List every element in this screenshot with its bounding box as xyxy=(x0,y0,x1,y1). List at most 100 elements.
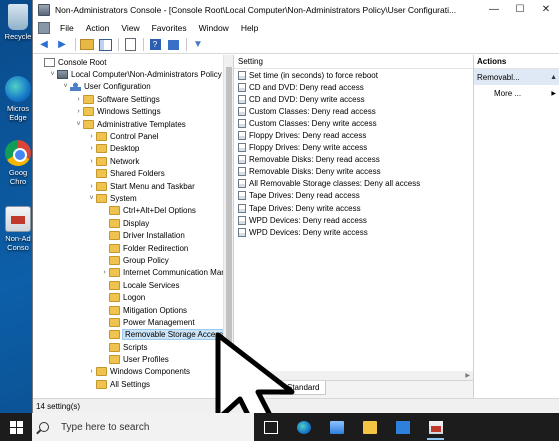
start-button[interactable] xyxy=(0,413,32,441)
settings-list: Set time (in seconds) to force reboot CD … xyxy=(234,69,473,238)
setting-row[interactable]: Removable Disks: Deny read access xyxy=(234,154,473,166)
tree-item[interactable]: › Start Menu and Taskbar xyxy=(33,180,233,192)
show-hide-tree-icon[interactable] xyxy=(97,37,113,52)
taskbar-mail[interactable] xyxy=(386,413,419,441)
setting-row[interactable]: CD and DVD: Deny read access xyxy=(234,81,473,93)
export-list-icon[interactable] xyxy=(122,37,138,52)
expand-chevron-icon[interactable]: ˅ xyxy=(48,71,57,78)
help-button[interactable]: ? xyxy=(147,37,163,52)
actions-section-removable[interactable]: Removabl... ▲ xyxy=(474,69,559,85)
tree-item[interactable]: User Profiles xyxy=(33,353,233,365)
maximize-button[interactable]: ☐ xyxy=(507,0,533,20)
taskbar-store[interactable] xyxy=(320,413,353,441)
desktop-icon-recycle-bin[interactable]: Recycle xyxy=(0,4,36,41)
close-button[interactable]: ✕ xyxy=(533,0,559,20)
tree-item[interactable]: Mitigation Options xyxy=(33,304,233,316)
setting-row[interactable]: Tape Drives: Deny read access xyxy=(234,190,473,202)
tree-item[interactable]: Logon xyxy=(33,291,233,303)
forward-button[interactable]: ▶ xyxy=(54,37,70,52)
filter-icon[interactable]: ▼ xyxy=(190,37,206,52)
tree-item[interactable]: Driver Installation xyxy=(33,229,233,241)
tree-item[interactable]: › Software Settings xyxy=(33,93,233,105)
tree-item[interactable]: Shared Folders xyxy=(33,168,233,180)
tree-item[interactable]: › Control Panel xyxy=(33,130,233,142)
desktop-icon-non-admin-console[interactable]: Non-Ad Conso xyxy=(0,206,36,252)
policy-setting-icon xyxy=(238,70,246,80)
tree-item[interactable]: ˅ Administrative Templates xyxy=(33,118,233,130)
settings-horizontal-scrollbar[interactable]: ◀ ▶ xyxy=(234,371,473,380)
tree-item[interactable]: › Network xyxy=(33,155,233,167)
expand-chevron-icon[interactable]: ˅ xyxy=(74,121,83,128)
actions-more-item[interactable]: More ... ▶ xyxy=(474,85,559,101)
tree-item[interactable]: Group Policy xyxy=(33,254,233,266)
tree-item[interactable]: Folder Redirection xyxy=(33,242,233,254)
tree-item-label: Locale Services xyxy=(123,280,180,290)
menu-window[interactable]: Window xyxy=(193,20,235,36)
menu-bar: File Action View Favorites Window Help xyxy=(33,20,559,36)
expand-chevron-icon[interactable]: › xyxy=(100,269,109,276)
tree-scrollbar-thumb[interactable] xyxy=(226,67,232,352)
taskbar-task-view[interactable] xyxy=(254,413,287,441)
expand-chevron-icon[interactable]: › xyxy=(87,133,96,140)
taskbar-search-box[interactable]: Type here to search xyxy=(32,413,254,441)
setting-row[interactable]: CD and DVD: Deny write access xyxy=(234,93,473,105)
collapse-up-icon[interactable]: ▲ xyxy=(550,74,557,81)
expand-chevron-icon[interactable]: › xyxy=(87,183,96,190)
show-hide-action-pane-icon[interactable] xyxy=(165,37,181,52)
setting-row[interactable]: WPD Devices: Deny write access xyxy=(234,226,473,238)
expand-chevron-icon[interactable]: › xyxy=(87,368,96,375)
setting-row[interactable]: Floppy Drives: Deny write access xyxy=(234,142,473,154)
tree-item[interactable]: ˅ User Configuration xyxy=(33,81,233,93)
setting-row[interactable]: Floppy Drives: Deny read access xyxy=(234,129,473,141)
tree-item[interactable]: Locale Services xyxy=(33,279,233,291)
console-menu-icon[interactable] xyxy=(38,22,50,34)
tree-item[interactable]: Power Management xyxy=(33,316,233,328)
tree-item[interactable]: Ctrl+Alt+Del Options xyxy=(33,205,233,217)
desktop-icon-chrome[interactable]: Goog Chro xyxy=(0,140,36,186)
taskbar-edge[interactable] xyxy=(287,413,320,441)
back-button[interactable]: ◀ xyxy=(36,37,52,52)
setting-row[interactable]: Custom Classes: Deny write access xyxy=(234,117,473,129)
tree-scrollbar[interactable] xyxy=(223,55,233,398)
taskbar-mmc[interactable] xyxy=(419,413,452,441)
menu-file[interactable]: File xyxy=(54,20,80,36)
tree-item[interactable]: ˅ System xyxy=(33,192,233,204)
tree-item[interactable]: › Windows Settings xyxy=(33,106,233,118)
setting-row[interactable]: Removable Disks: Deny write access xyxy=(234,166,473,178)
taskbar-file-explorer[interactable] xyxy=(353,413,386,441)
setting-row[interactable]: WPD Devices: Deny read access xyxy=(234,214,473,226)
scroll-right-icon[interactable]: ▶ xyxy=(465,372,470,379)
tree-item[interactable]: › Desktop xyxy=(33,143,233,155)
menu-help[interactable]: Help xyxy=(235,20,264,36)
setting-row[interactable]: All Removable Storage classes: Deny all … xyxy=(234,178,473,190)
title-bar[interactable]: Non-Administrators Console - [Console Ro… xyxy=(33,0,559,20)
up-one-level-icon[interactable] xyxy=(79,37,95,52)
desktop-icon-edge[interactable]: Micros Edge xyxy=(0,76,36,122)
setting-row[interactable]: Set time (in seconds) to force reboot xyxy=(234,69,473,81)
tree-item[interactable]: Removable Storage Access xyxy=(33,329,233,341)
menu-view[interactable]: View xyxy=(115,20,145,36)
expand-chevron-icon[interactable]: › xyxy=(74,96,83,103)
setting-row[interactable]: Tape Drives: Deny write access xyxy=(234,202,473,214)
scroll-left-icon[interactable]: ◀ xyxy=(237,372,242,379)
tree-item[interactable]: Scripts xyxy=(33,341,233,353)
expand-chevron-icon[interactable]: ˅ xyxy=(87,195,96,202)
tree-item[interactable]: ˅ Local Computer\Non-Administrators Polic… xyxy=(33,68,233,80)
menu-action[interactable]: Action xyxy=(80,20,116,36)
expand-chevron-icon[interactable]: › xyxy=(74,108,83,115)
column-header-setting[interactable]: Setting xyxy=(234,55,473,69)
setting-label: CD and DVD: Deny write access xyxy=(249,94,365,104)
minimize-button[interactable]: — xyxy=(481,0,507,20)
expand-chevron-icon[interactable]: › xyxy=(87,158,96,165)
actions-more-label: More ... xyxy=(494,88,522,98)
tree-item[interactable]: Console Root xyxy=(33,56,233,68)
expand-chevron-icon[interactable]: ˅ xyxy=(61,83,70,90)
tree-item[interactable]: › Windows Components xyxy=(33,366,233,378)
tree-item[interactable]: All Settings xyxy=(33,378,233,390)
tree-item[interactable]: › Internet Communication Man xyxy=(33,267,233,279)
tab-standard[interactable]: Standard xyxy=(280,381,327,395)
expand-chevron-icon[interactable]: › xyxy=(87,145,96,152)
setting-row[interactable]: Custom Classes: Deny read access xyxy=(234,105,473,117)
tree-item[interactable]: Display xyxy=(33,217,233,229)
menu-favorites[interactable]: Favorites xyxy=(146,20,193,36)
